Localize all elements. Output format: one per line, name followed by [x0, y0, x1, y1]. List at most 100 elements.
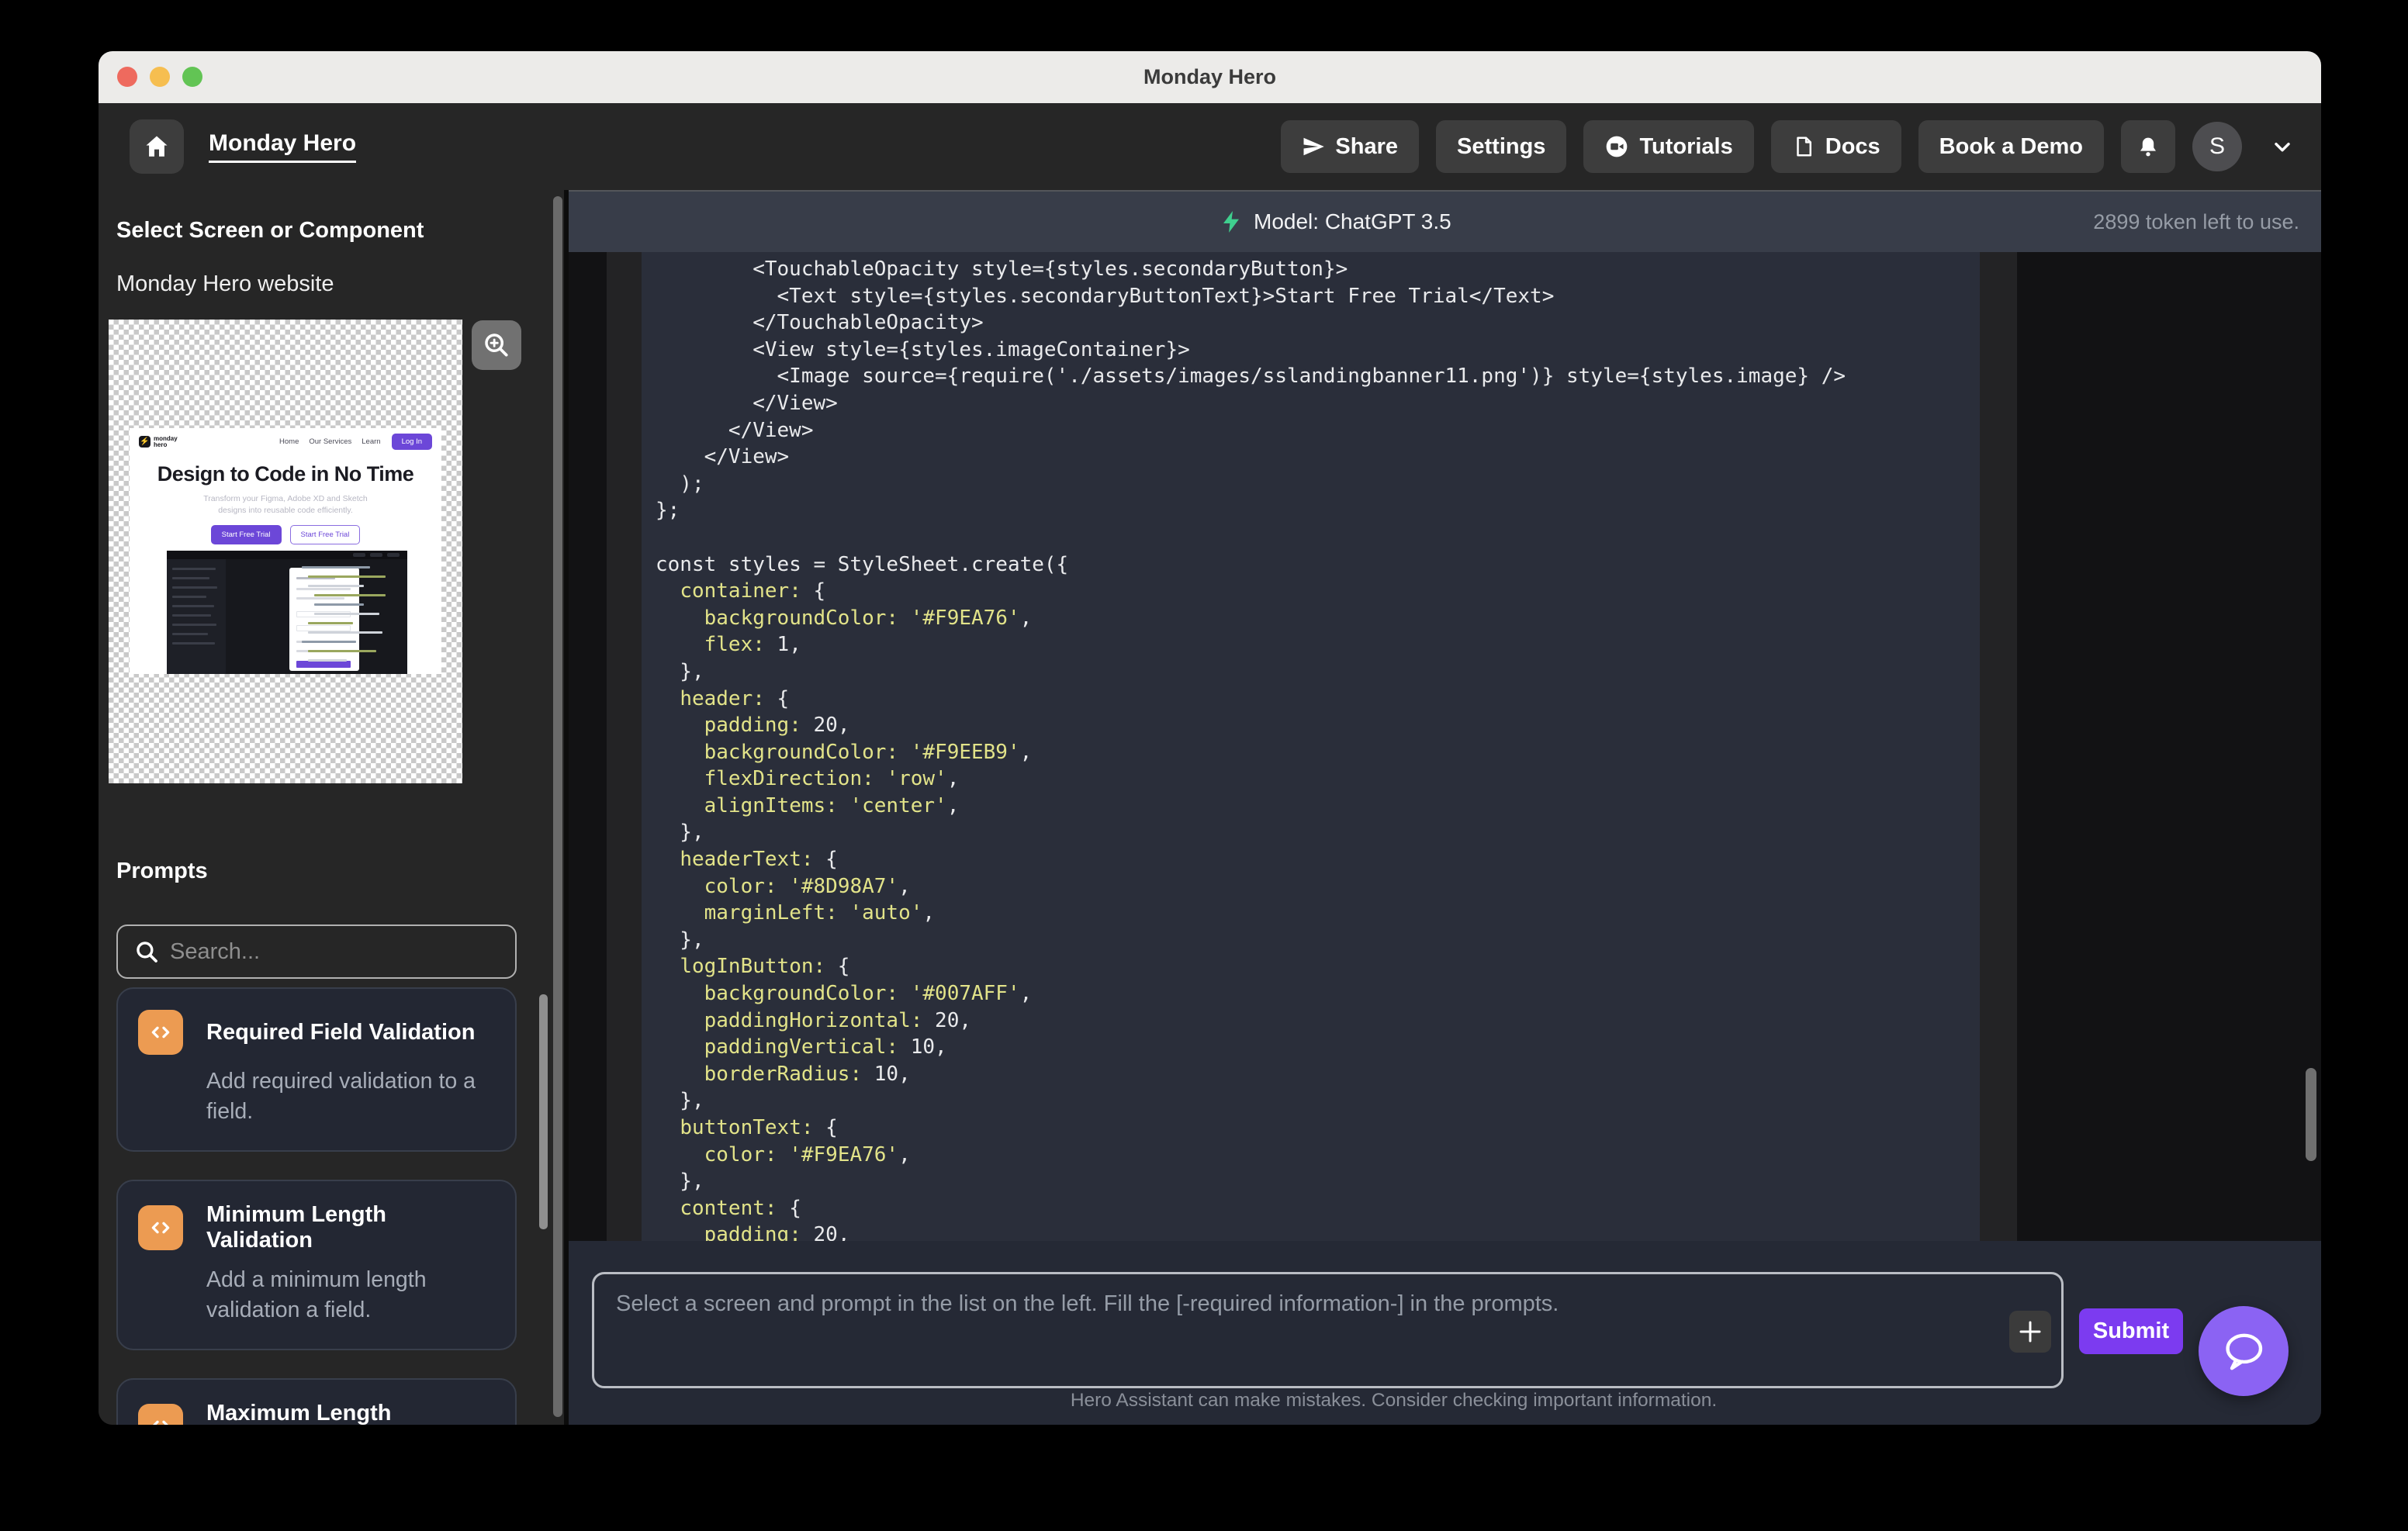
book-demo-button[interactable]: Book a Demo [1918, 120, 2104, 173]
sidebar-scrollbar[interactable] [553, 196, 562, 1417]
docs-button[interactable]: Docs [1770, 120, 1901, 173]
sidebar-heading: Select Screen or Component [116, 218, 424, 243]
tutorials-button[interactable]: Tutorials [1583, 120, 1754, 173]
code-line: padding: 20, [704, 1223, 850, 1241]
thumbnail-secondary-button: Start Free Trial [289, 525, 361, 544]
bolt-icon: ⚡ [139, 436, 150, 448]
bell-icon [2140, 137, 2156, 157]
code-line: }; [656, 499, 680, 523]
code-line: logInButton: { [680, 955, 850, 979]
code-icon [138, 1010, 183, 1055]
selected-screen-name: Monday Hero website [116, 271, 334, 296]
prompt-card[interactable]: Maximum Length ValidationAdd a maximum l… [116, 1378, 517, 1425]
code-line: backgroundColor: '#F9EA76', [704, 606, 1033, 630]
code-line: backgroundColor: '#007AFF', [704, 982, 1033, 1006]
thumbnail-website-preview: ⚡ monday hero Home Our Services Learn Lo… [130, 428, 441, 674]
prompt-card-description: Add a minimum length validation a field. [206, 1267, 427, 1322]
code-line: </View> [656, 391, 838, 415]
prompt-list-scrollbar[interactable] [539, 994, 548, 1229]
magnifier-plus-icon [485, 334, 508, 357]
code-line: <TouchableOpacity style={styles.secondar… [656, 257, 1348, 281]
window-title: Monday Hero [1143, 65, 1277, 88]
notifications-button[interactable] [2121, 120, 2175, 173]
code-line: backgroundColor: '#F9EEB9', [704, 740, 1033, 764]
thumbnail-subtext: Transform your Figma, Adobe XD and Sketc… [203, 494, 368, 515]
code-line: color: '#F9EA76', [704, 1142, 911, 1166]
home-button[interactable] [130, 119, 184, 174]
submit-button[interactable]: Submit [2079, 1308, 2183, 1354]
prompt-list: Required Field Validation Add required va… [116, 987, 517, 1425]
code-icon [138, 1205, 183, 1250]
code-line: }, [656, 821, 704, 845]
code-line: ); [656, 472, 704, 496]
doc-icon [1797, 137, 1811, 157]
code-line: borderRadius: 10, [704, 1062, 911, 1086]
search-icon [137, 942, 157, 962]
code-line: alignItems: 'center', [704, 793, 960, 817]
attach-button[interactable] [2009, 1311, 2051, 1353]
code-line: </TouchableOpacity> [656, 311, 984, 335]
code-line: }, [656, 928, 704, 952]
model-label: Model: ChatGPT 3.5 [1254, 209, 1451, 233]
plus-icon [2019, 1321, 2041, 1343]
token-counter: 2899 token left to use. [2093, 209, 2299, 233]
code-line: }, [656, 1170, 704, 1194]
code-region: <TouchableOpacity style={styles.secondar… [569, 252, 2321, 1241]
nav-actions: Share Settings Tutorials Docs Book a Dem… [1281, 120, 2295, 173]
main-panel: Model: ChatGPT 3.5 2899 token left to us… [569, 190, 2321, 1425]
code-line: </View> [656, 418, 814, 442]
code-line: marginLeft: 'auto', [704, 901, 936, 925]
main-scrollbar[interactable] [2306, 1068, 2316, 1161]
prompt-card[interactable]: Minimum Length Validation Add a minimum l… [116, 1180, 517, 1350]
settings-button[interactable]: Settings [1436, 120, 1567, 173]
brand-link[interactable]: Monday Hero [209, 130, 357, 163]
code-line: }, [656, 1089, 704, 1113]
code-line: paddingVertical: 10, [704, 1035, 947, 1059]
screen-thumbnail[interactable]: ⚡ monday hero Home Our Services Learn Lo… [109, 320, 462, 783]
chat-assistant-button[interactable] [2199, 1306, 2289, 1396]
thumbnail-logo: ⚡ monday hero [139, 434, 178, 448]
avatar[interactable]: S [2192, 122, 2242, 171]
chat-bubble-icon [2226, 1333, 2263, 1370]
thumbnail-nav-link: Our Services [309, 437, 352, 446]
search-input[interactable] [170, 938, 515, 965]
sidebar: Select Screen or Component Monday Hero w… [99, 190, 564, 1425]
code-line: color: '#8D98A7', [704, 874, 911, 898]
code-line: padding: 20, [704, 714, 850, 738]
code-line: header: { [680, 686, 790, 710]
code-line: flexDirection: 'row', [704, 767, 960, 791]
generated-code: <TouchableOpacity style={styles.secondar… [656, 256, 1846, 1241]
code-line: <View style={styles.imageContainer}> [656, 337, 1190, 361]
video-icon [1607, 136, 1628, 157]
model-bar: Model: ChatGPT 3.5 2899 token left to us… [569, 190, 2321, 252]
code-line: flex: 1, [704, 633, 801, 657]
prompt-card-title: Required Field Validation [206, 1019, 476, 1045]
prompt-card[interactable]: Required Field Validation Add required va… [116, 987, 517, 1152]
account-menu-button[interactable] [2270, 134, 2295, 159]
prompt-search[interactable] [116, 924, 517, 979]
chevron-down-icon [2275, 142, 2290, 152]
code-line: paddingHorizontal: 20, [704, 1008, 972, 1032]
bolt-icon [1223, 211, 1239, 233]
code-line: headerText: { [680, 848, 838, 872]
prompt-card-title: Maximum Length Validation [206, 1401, 392, 1425]
code-line: <Text style={styles.secondaryButtonText}… [656, 284, 1555, 308]
code-line: buttonText: { [680, 1116, 838, 1139]
window-titlebar: Monday Hero [99, 51, 2321, 103]
top-nav: Monday Hero Share Settings Tutorials Doc… [99, 103, 2321, 190]
share-button[interactable]: Share [1281, 120, 1420, 173]
home-icon [146, 136, 168, 157]
thumbnail-nav-link: Home [279, 437, 299, 446]
prompts-heading: Prompts [116, 859, 208, 883]
thumbnail-nav-link: Learn [362, 437, 381, 446]
prompt-input[interactable] [592, 1272, 2064, 1388]
prompt-card-description: Add required validation to a field. [206, 1069, 476, 1124]
code-line: }, [656, 659, 704, 683]
code-line: </View> [656, 445, 790, 469]
thumbnail-app-preview [167, 551, 407, 674]
code-line: container: { [680, 579, 826, 603]
code-line: <Image source={require('./assets/images/… [656, 365, 1846, 389]
thumbnail-zoom-button[interactable] [472, 320, 521, 370]
send-icon [1303, 137, 1325, 156]
